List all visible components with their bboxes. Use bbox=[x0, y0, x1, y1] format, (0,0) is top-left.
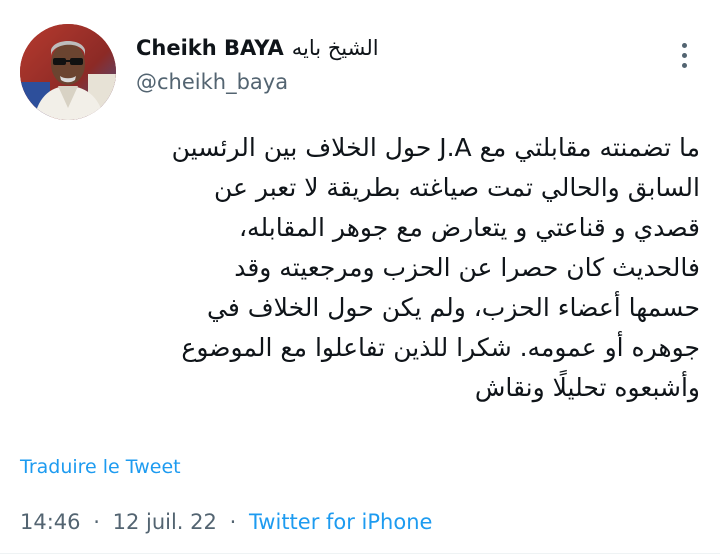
display-name[interactable]: Cheikh BAYA الشيخ بايه bbox=[136, 36, 379, 60]
tweet-text-line: حسمها أعضاء الحزب، ولم يكن حول الخلاف في bbox=[207, 293, 700, 322]
avatar[interactable] bbox=[20, 24, 116, 120]
tweet-text-line: ما تضمنته مقابلتي مع J.A حول الخلاف بين … bbox=[171, 133, 700, 162]
display-name-arabic[interactable]: الشيخ بايه bbox=[292, 36, 379, 60]
separator-dot: · bbox=[229, 510, 237, 534]
tweet-time[interactable]: 14:46 bbox=[20, 510, 81, 534]
tweet-header: Cheikh BAYA الشيخ بايه @cheikh_baya bbox=[136, 36, 379, 94]
tweet-date[interactable]: 12 juil. 22 bbox=[113, 510, 217, 534]
tweet-text-line: قصدي و قناعتي و يتعارض مع جوهر المقابله، bbox=[238, 213, 700, 242]
tweet-metadata: 14:46 · 12 juil. 22 · Twitter for iPhone bbox=[20, 510, 432, 534]
profile-photo-icon bbox=[20, 24, 116, 120]
tweet-text: ما تضمنته مقابلتي مع J.A حول الخلاف بين … bbox=[20, 128, 700, 408]
more-options-icon[interactable] bbox=[672, 40, 696, 70]
tweet-text-line: جوهره أو عمومه. شكرا للذين تفاعلوا مع ال… bbox=[181, 333, 700, 362]
separator-dot: · bbox=[93, 510, 100, 534]
tweet-card: Cheikh BAYA الشيخ بايه @cheikh_baya ما ت… bbox=[0, 0, 720, 560]
user-handle[interactable]: @cheikh_baya bbox=[136, 70, 379, 94]
tweet-text-line: فالحديث كان حصرا عن الحزب ومرجعيته وقد bbox=[234, 253, 700, 282]
tweet-text-line: السابق والحالي تمت صياغته بطريقة لا تعبر… bbox=[214, 173, 700, 202]
translate-tweet-link[interactable]: Traduire le Tweet bbox=[20, 456, 181, 478]
tweet-source-link[interactable]: Twitter for iPhone bbox=[249, 510, 433, 534]
divider bbox=[0, 553, 720, 554]
tweet-text-line: وأشبعوه تحليلًا ونقاش bbox=[474, 373, 700, 402]
display-name-latin[interactable]: Cheikh BAYA bbox=[136, 36, 284, 60]
